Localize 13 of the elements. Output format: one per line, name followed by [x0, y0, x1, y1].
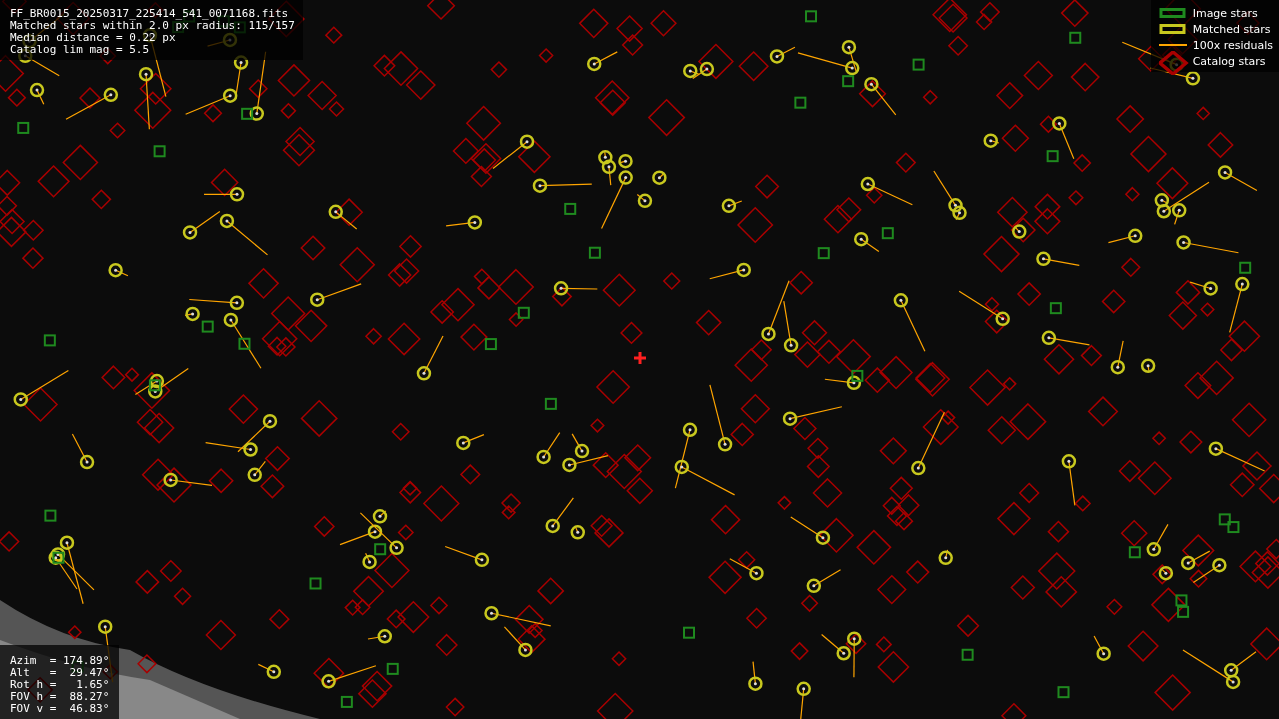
pointing-text: Azim = 174.89° — [10, 655, 110, 667]
info-text: FF_BR0015_20250317_225414_541_0071168.fits — [10, 8, 290, 20]
pointing-text: Alt = 29.47° — [10, 667, 110, 679]
info-text: Median distance = 0.22 px — [10, 32, 177, 44]
legend-label: Catalog stars — [1192, 54, 1266, 68]
info-text: Catalog lim mag = 5.5 — [10, 44, 151, 56]
legend-label: Image stars — [1192, 6, 1258, 20]
pointing-text: FOV v = 46.83° — [10, 703, 110, 715]
info-text: Matched stars within 2.0 px radius: 115/157 — [10, 20, 295, 32]
legend-label: 100x residuals — [1192, 38, 1273, 52]
pointing-text: Rot h = 1.65° — [10, 679, 110, 691]
pointing-text: FOV h = 88.27° — [10, 691, 110, 703]
legend-label: Matched stars — [1192, 22, 1271, 36]
